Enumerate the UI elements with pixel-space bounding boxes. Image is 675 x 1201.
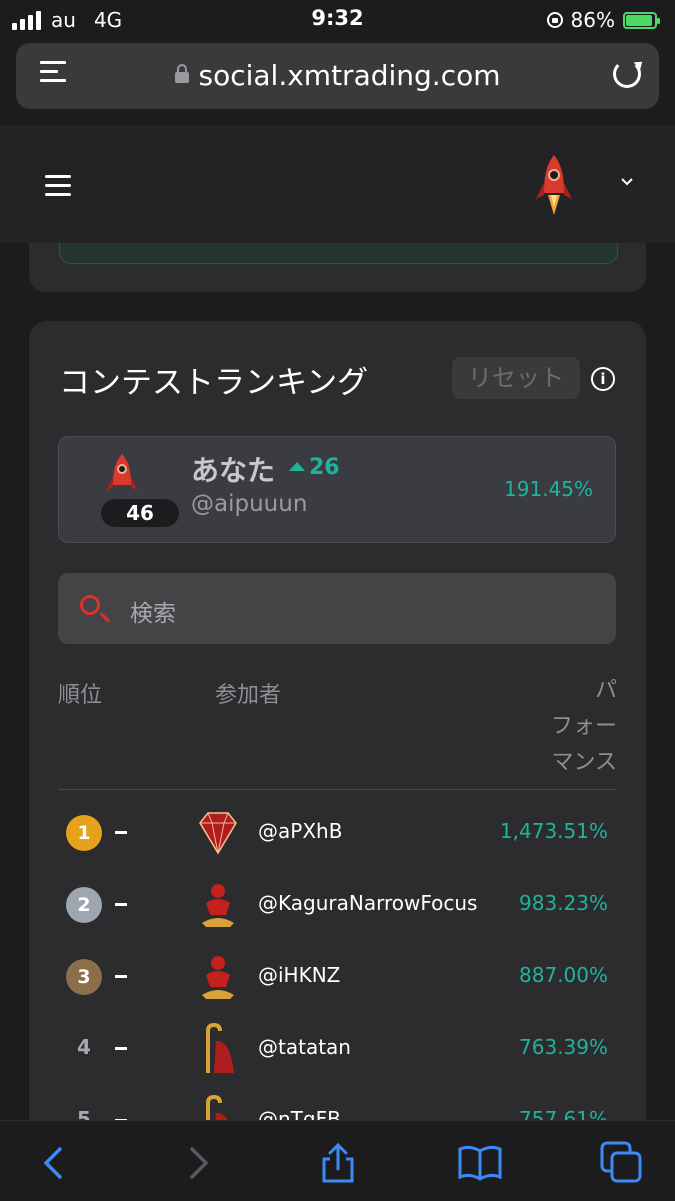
staff-icon: [206, 1022, 234, 1073]
no-change-dash: [115, 975, 127, 978]
table-row[interactable]: 3 @iHKNZ 887.00%: [58, 941, 616, 1013]
search-icon: [80, 595, 100, 615]
rank-number: 4: [77, 1035, 91, 1059]
app-header: [0, 125, 675, 243]
lock-icon: [174, 64, 189, 83]
participant-handle[interactable]: @aPXhB: [258, 819, 342, 843]
participant-performance: 763.39%: [519, 1035, 608, 1059]
reload-icon[interactable]: [613, 60, 641, 88]
genie-icon: [202, 956, 234, 999]
no-change-dash: [115, 903, 127, 906]
table-row[interactable]: 2 @KaguraNarrowFocus 983.23%: [58, 869, 616, 941]
arrow-up-icon: [289, 462, 305, 471]
hamburger-icon[interactable]: [45, 175, 71, 202]
participant-handle[interactable]: @KaguraNarrowFocus: [258, 891, 477, 915]
participant-handle[interactable]: @tatatan: [258, 1035, 351, 1059]
participant-handle[interactable]: @iHKNZ: [258, 963, 340, 987]
search-input[interactable]: 検索: [130, 594, 176, 628]
my-name: あなた: [191, 454, 276, 487]
no-change-dash: [115, 831, 127, 834]
battery-percent: 86%: [570, 8, 615, 32]
table-divider: [58, 789, 616, 790]
perf-header-line-2: フォー: [550, 714, 617, 739]
my-handle: @aipuuun: [191, 491, 308, 517]
share-icon[interactable]: [316, 1141, 360, 1185]
column-header-participant: 参加者: [215, 683, 282, 708]
chevron-down-icon[interactable]: [620, 175, 634, 189]
table-row[interactable]: 1 @aPXhB 1,473.51%: [58, 797, 616, 869]
back-icon[interactable]: [32, 1141, 76, 1185]
bronze-medal-icon: 3: [66, 959, 102, 995]
perf-header-line-1: パ: [594, 678, 617, 703]
gold-medal-icon: 1: [66, 815, 102, 851]
tabs-icon[interactable]: [600, 1141, 644, 1185]
my-rank-summary[interactable]: 46 あなた 26 @aipuuun 191.45%: [58, 436, 616, 543]
address-bar[interactable]: social.xmtrading.com: [16, 43, 659, 109]
rank-change: 26: [289, 455, 340, 480]
column-header-rank: 順位: [58, 683, 103, 708]
previous-card: [29, 243, 646, 292]
search-field[interactable]: 検索: [58, 573, 616, 644]
participant-performance: 887.00%: [519, 963, 608, 987]
rocket-icon: [106, 454, 138, 491]
forward-icon[interactable]: [176, 1141, 220, 1185]
browser-toolbar: [0, 1120, 675, 1201]
no-change-dash: [115, 1047, 127, 1050]
participant-performance: 983.23%: [519, 891, 608, 915]
perf-header-line-3: マンス: [551, 750, 617, 775]
my-rank-badge: 46: [101, 499, 179, 527]
card-title: コンテストランキング: [59, 365, 369, 401]
participant-performance: 1,473.51%: [499, 819, 608, 843]
my-performance: 191.45%: [504, 477, 593, 501]
status-bar: au 4G 9:32 86%: [0, 0, 675, 40]
genie-icon: [202, 884, 234, 927]
url-text[interactable]: social.xmtrading.com: [199, 59, 501, 92]
ruby-icon: [199, 812, 237, 855]
silver-medal-icon: 2: [66, 887, 102, 923]
bookmarks-icon[interactable]: [458, 1141, 502, 1185]
battery-icon: [623, 11, 660, 29]
info-icon[interactable]: i: [591, 367, 615, 391]
column-header-performance: パ フォー マンス: [497, 673, 617, 781]
orientation-lock-icon: [546, 12, 563, 28]
rank-change-value: 26: [309, 455, 340, 480]
rocket-icon[interactable]: [534, 153, 574, 221]
contest-ranking-card: コンテストランキング リセット i 46 あなた 26 @aipuuun 191…: [29, 321, 646, 1151]
reset-button[interactable]: リセット: [452, 357, 580, 399]
table-row[interactable]: 4 @tatatan 763.39%: [58, 1013, 616, 1085]
